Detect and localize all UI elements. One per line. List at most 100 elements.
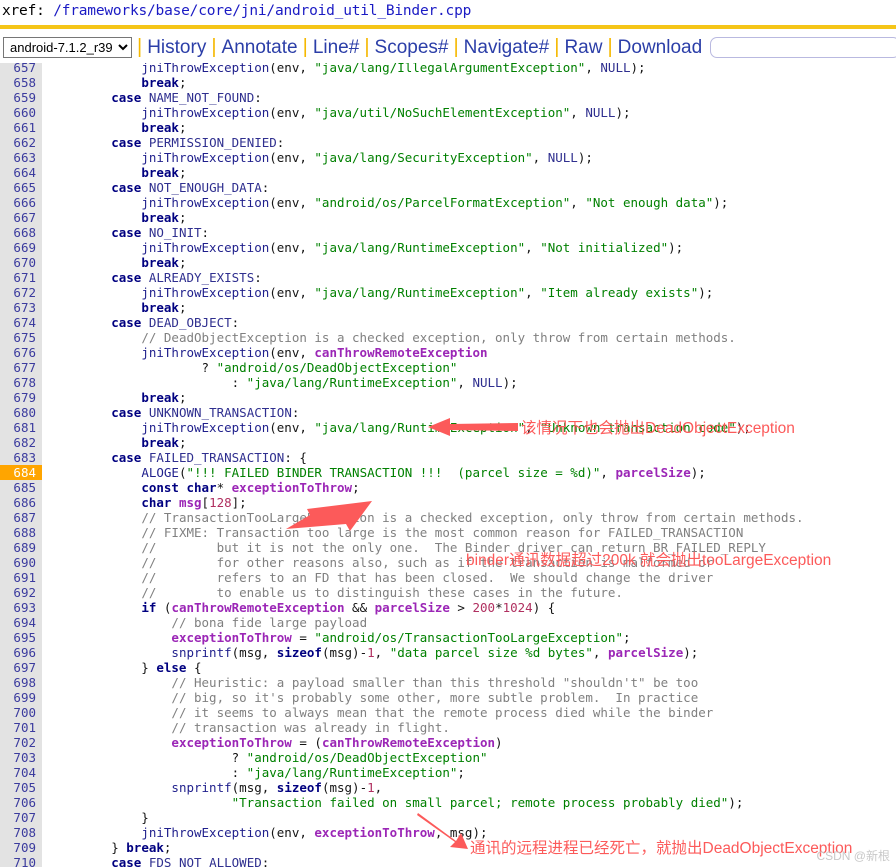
line-number[interactable]: 679	[0, 390, 42, 405]
toolbar-link-navigate[interactable]: Navigate#	[464, 37, 550, 58]
line-number[interactable]: 683	[0, 450, 42, 465]
line-number[interactable]: 661	[0, 120, 42, 135]
code-token: break	[141, 75, 179, 90]
line-number[interactable]: 696	[0, 645, 42, 660]
line-number[interactable]: 698	[0, 675, 42, 690]
line-number[interactable]: 689	[0, 540, 42, 555]
code-viewer[interactable]: 657 jniThrowException(env, "java/lang/Il…	[0, 63, 896, 867]
line-number[interactable]: 676	[0, 345, 42, 360]
project-version-select[interactable]: android-7.1.2_r39	[3, 36, 132, 58]
line-number[interactable]: 658	[0, 75, 42, 90]
line-number[interactable]: 686	[0, 495, 42, 510]
line-number[interactable]: 678	[0, 375, 42, 390]
line-number[interactable]: 657	[0, 63, 42, 75]
toolbar-link-download[interactable]: Download	[618, 37, 703, 58]
line-number[interactable]: 701	[0, 720, 42, 735]
code-token: exceptionToThrow	[171, 630, 292, 645]
line-number[interactable]: 706	[0, 795, 42, 810]
line-number[interactable]: 659	[0, 90, 42, 105]
line-number[interactable]: 697	[0, 660, 42, 675]
line-number[interactable]: 695	[0, 630, 42, 645]
line-number[interactable]: 709	[0, 840, 42, 855]
code-token: "android/os/DeadObjectException"	[246, 750, 488, 765]
toolbar-link-line-numbers[interactable]: Line#	[313, 37, 360, 58]
code-token: :	[261, 180, 270, 195]
line-number[interactable]: 687	[0, 510, 42, 525]
code-token: exceptionToThrow	[231, 480, 353, 495]
line-number[interactable]: 682	[0, 435, 42, 450]
code-token: ,	[592, 645, 608, 660]
code-token: 1	[367, 780, 375, 795]
line-number[interactable]: 674	[0, 315, 42, 330]
code-token: ,	[525, 285, 541, 300]
line-number[interactable]: 680	[0, 405, 42, 420]
toolbar: android-7.1.2_r39 | History | Annotate | Line…	[0, 29, 896, 63]
toolbar-separator: |	[137, 35, 143, 58]
line-number[interactable]: 670	[0, 255, 42, 270]
code-text: jniThrowException(env, "java/lang/Runtim…	[42, 285, 713, 300]
line-number[interactable]: 671	[0, 270, 42, 285]
line-number[interactable]: 705	[0, 780, 42, 795]
code-line: 700 // it seems to always mean that the …	[0, 705, 896, 720]
line-number[interactable]: 690	[0, 555, 42, 570]
line-number[interactable]: 703	[0, 750, 42, 765]
line-number[interactable]: 662	[0, 135, 42, 150]
breadcrumb-path[interactable]: /frameworks/base/core/jni/android_util_B…	[53, 3, 471, 19]
line-number[interactable]: 704	[0, 765, 42, 780]
line-number[interactable]: 669	[0, 240, 42, 255]
line-number[interactable]: 692	[0, 585, 42, 600]
code-text: break;	[42, 210, 186, 225]
line-number[interactable]: 663	[0, 150, 42, 165]
code-text: jniThrowException(env, "java/lang/Runtim…	[42, 420, 751, 435]
code-line: 661 break;	[0, 120, 896, 135]
code-token: // DeadObjectException is a checked exce…	[141, 330, 736, 345]
code-token: // TransactionTooLargeException is a che…	[141, 510, 804, 525]
line-number[interactable]: 672	[0, 285, 42, 300]
code-text: break;	[42, 165, 186, 180]
toolbar-link-scopes[interactable]: Scopes#	[375, 37, 449, 58]
code-token: : {	[284, 450, 307, 465]
line-number[interactable]: 667	[0, 210, 42, 225]
toolbar-link-annotate[interactable]: Annotate	[222, 37, 298, 58]
line-number[interactable]: 694	[0, 615, 42, 630]
toolbar-link-history[interactable]: History	[147, 37, 206, 58]
line-number[interactable]: 677	[0, 360, 42, 375]
line-number[interactable]: 707	[0, 810, 42, 825]
code-token: // for other reasons also, such as if th…	[141, 555, 714, 570]
line-number[interactable]: 665	[0, 180, 42, 195]
line-number[interactable]: 684	[0, 465, 42, 480]
code-token: break	[141, 300, 179, 315]
code-text: exceptionToThrow = "android/os/Transacti…	[42, 630, 630, 645]
line-number[interactable]: 685	[0, 480, 42, 495]
code-token: ,	[457, 375, 473, 390]
line-number[interactable]: 708	[0, 825, 42, 840]
line-number[interactable]: 691	[0, 570, 42, 585]
search-input[interactable]	[710, 36, 896, 58]
line-number[interactable]: 673	[0, 300, 42, 315]
line-number[interactable]: 688	[0, 525, 42, 540]
line-number[interactable]: 668	[0, 225, 42, 240]
line-number[interactable]: 664	[0, 165, 42, 180]
line-number[interactable]: 700	[0, 705, 42, 720]
line-number[interactable]: 699	[0, 690, 42, 705]
line-number[interactable]: 681	[0, 420, 42, 435]
watermark: CSDN @新根	[816, 849, 890, 863]
code-line: 659 case NAME_NOT_FOUND:	[0, 90, 896, 105]
line-number[interactable]: 675	[0, 330, 42, 345]
line-number[interactable]: 666	[0, 195, 42, 210]
line-number[interactable]: 693	[0, 600, 42, 615]
line-number[interactable]: 660	[0, 105, 42, 120]
code-text: // DeadObjectException is a checked exce…	[42, 330, 736, 345]
code-line: 665 case NOT_ENOUGH_DATA:	[0, 180, 896, 195]
line-number[interactable]: 710	[0, 855, 42, 867]
code-text: } break;	[42, 840, 171, 855]
line-number[interactable]: 702	[0, 735, 42, 750]
toolbar-link-raw[interactable]: Raw	[564, 37, 602, 58]
code-token: break	[141, 255, 179, 270]
